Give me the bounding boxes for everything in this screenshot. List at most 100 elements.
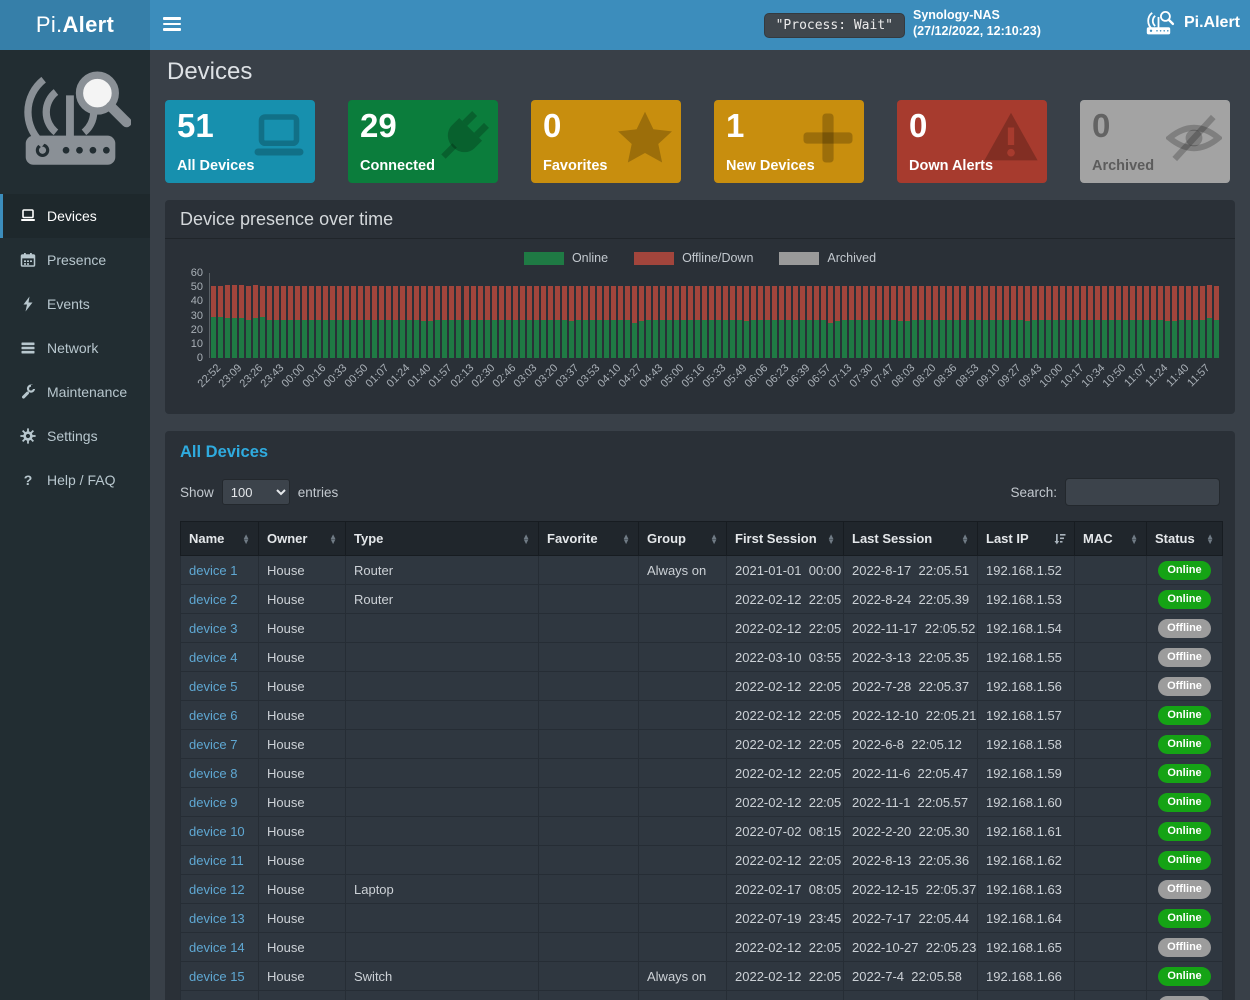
column-header-mac[interactable]: MAC▲▼ (1075, 522, 1147, 556)
entries-select[interactable]: 100 (222, 479, 290, 505)
chart-bar (1032, 286, 1037, 358)
chart-bar (442, 286, 447, 358)
device-link[interactable]: device 10 (189, 824, 245, 839)
chart-bar (842, 286, 847, 358)
device-link[interactable]: device 15 (189, 969, 245, 984)
table-row: device 11House2022-02-12 22:052022-8-13 … (181, 846, 1223, 875)
search-input[interactable] (1065, 478, 1220, 506)
cell-mac (1075, 556, 1147, 585)
device-link[interactable]: device 12 (189, 882, 245, 897)
column-header-type[interactable]: Type▲▼ (346, 522, 539, 556)
y-tick-label: 10 (191, 338, 203, 350)
device-link[interactable]: device 9 (189, 795, 237, 810)
card-connected[interactable]: 29Connected (348, 100, 498, 183)
brand-logo[interactable]: Pi.Alert (0, 0, 150, 50)
device-link[interactable]: device 2 (189, 592, 237, 607)
chart-bar (821, 286, 826, 358)
device-link[interactable]: device 13 (189, 911, 245, 926)
column-header-last-ip[interactable]: Last IP (978, 522, 1075, 556)
legend-label: Archived (827, 251, 876, 265)
column-header-status[interactable]: Status▲▼ (1147, 522, 1223, 556)
cell-favorite (539, 962, 639, 991)
cell-name: device 8 (181, 759, 259, 788)
device-link[interactable]: device 8 (189, 766, 237, 781)
sidebar-item-label: Settings (47, 428, 98, 444)
cell-group (639, 614, 727, 643)
card-favorites[interactable]: 0Favorites (531, 100, 681, 183)
device-link[interactable]: device 6 (189, 708, 237, 723)
chart-bar (428, 286, 433, 358)
cell-owner: House (259, 643, 346, 672)
sidebar-item-help-faq[interactable]: ?Help / FAQ (0, 458, 150, 502)
column-header-favorite[interactable]: Favorite▲▼ (539, 522, 639, 556)
cell-first-session: 2022-03-10 03:55 (727, 643, 844, 672)
device-link[interactable]: device 1 (189, 563, 237, 578)
card-archived[interactable]: 0Archived (1080, 100, 1230, 183)
cell-group (639, 933, 727, 962)
y-tick-label: 0 (197, 352, 203, 364)
cell-last-ip: 192.168.1.57 (978, 701, 1075, 730)
sidebar-item-presence[interactable]: Presence (0, 238, 150, 282)
chart-bar (954, 286, 959, 358)
chart-bar (807, 286, 812, 358)
column-header-first-session[interactable]: First Session▲▼ (727, 522, 844, 556)
chart-bar (351, 286, 356, 358)
device-link[interactable]: device 5 (189, 679, 237, 694)
card-down-alerts[interactable]: 0Down Alerts (897, 100, 1047, 183)
table-title: All Devices (180, 443, 1220, 462)
legend-item-offline-down[interactable]: Offline/Down (634, 251, 753, 265)
card-all-devices[interactable]: 51All Devices (165, 100, 315, 183)
sidebar-item-devices[interactable]: Devices (0, 194, 150, 238)
chart-bar (877, 286, 882, 358)
chart-bar (281, 286, 286, 358)
summary-cards: 51All Devices 29Connected 0Favorites 1New D… (165, 100, 1235, 183)
cell-name: device 1 (181, 556, 259, 585)
device-link[interactable]: device 14 (189, 940, 245, 955)
device-link[interactable]: device 11 (189, 853, 244, 868)
cell-type: Router (346, 585, 539, 614)
cell-owner: House (259, 585, 346, 614)
sort-icon: ▲▼ (1206, 534, 1214, 544)
device-link[interactable]: device 7 (189, 737, 237, 752)
chart-bar (1207, 285, 1212, 358)
cell-owner: House (259, 672, 346, 701)
cell-last-session: 2022-11-6 22:05.47 (844, 759, 978, 788)
chart-bar (407, 286, 412, 358)
status-badge: Offline (1158, 648, 1211, 667)
sidebar-item-events[interactable]: Events (0, 282, 150, 326)
sidebar-item-network[interactable]: Network (0, 326, 150, 370)
status-badge: Offline (1158, 880, 1211, 899)
cell-owner: House (259, 904, 346, 933)
legend-item-online[interactable]: Online (524, 251, 608, 265)
column-header-group[interactable]: Group▲▼ (639, 522, 727, 556)
sidebar-toggle-icon[interactable] (163, 17, 181, 33)
cell-mac (1075, 991, 1147, 1000)
status-badge: Online (1158, 590, 1210, 609)
device-link[interactable]: device 3 (189, 621, 237, 636)
cell-status: Online (1147, 817, 1223, 846)
chart-bar (758, 286, 763, 358)
cell-mac (1075, 788, 1147, 817)
cell-first-session: 2022-02-12 22:05 (727, 846, 844, 875)
legend-item-archived[interactable]: Archived (779, 251, 876, 265)
cell-group: Always on (639, 556, 727, 585)
column-header-name[interactable]: Name▲▼ (181, 522, 259, 556)
cell-status: Online (1147, 759, 1223, 788)
table-row: device 14House2022-02-12 22:052022-10-27… (181, 933, 1223, 962)
cell-name: device 14 (181, 933, 259, 962)
chart-bar (947, 286, 952, 358)
cell-favorite (539, 933, 639, 962)
chart-bar (969, 286, 974, 358)
y-tick-label: 40 (191, 295, 203, 307)
chart-bar (1130, 286, 1135, 358)
column-header-owner[interactable]: Owner▲▼ (259, 522, 346, 556)
cell-group (639, 672, 727, 701)
device-link[interactable]: device 4 (189, 650, 237, 665)
column-header-last-session[interactable]: Last Session▲▼ (844, 522, 978, 556)
status-badge: Online (1158, 967, 1210, 986)
card-new-devices[interactable]: 1New Devices (714, 100, 864, 183)
status-badge: Offline (1158, 938, 1211, 957)
sidebar-item-settings[interactable]: Settings (0, 414, 150, 458)
sidebar-item-maintenance[interactable]: Maintenance (0, 370, 150, 414)
cell-last-ip: 192.168.1.59 (978, 759, 1075, 788)
